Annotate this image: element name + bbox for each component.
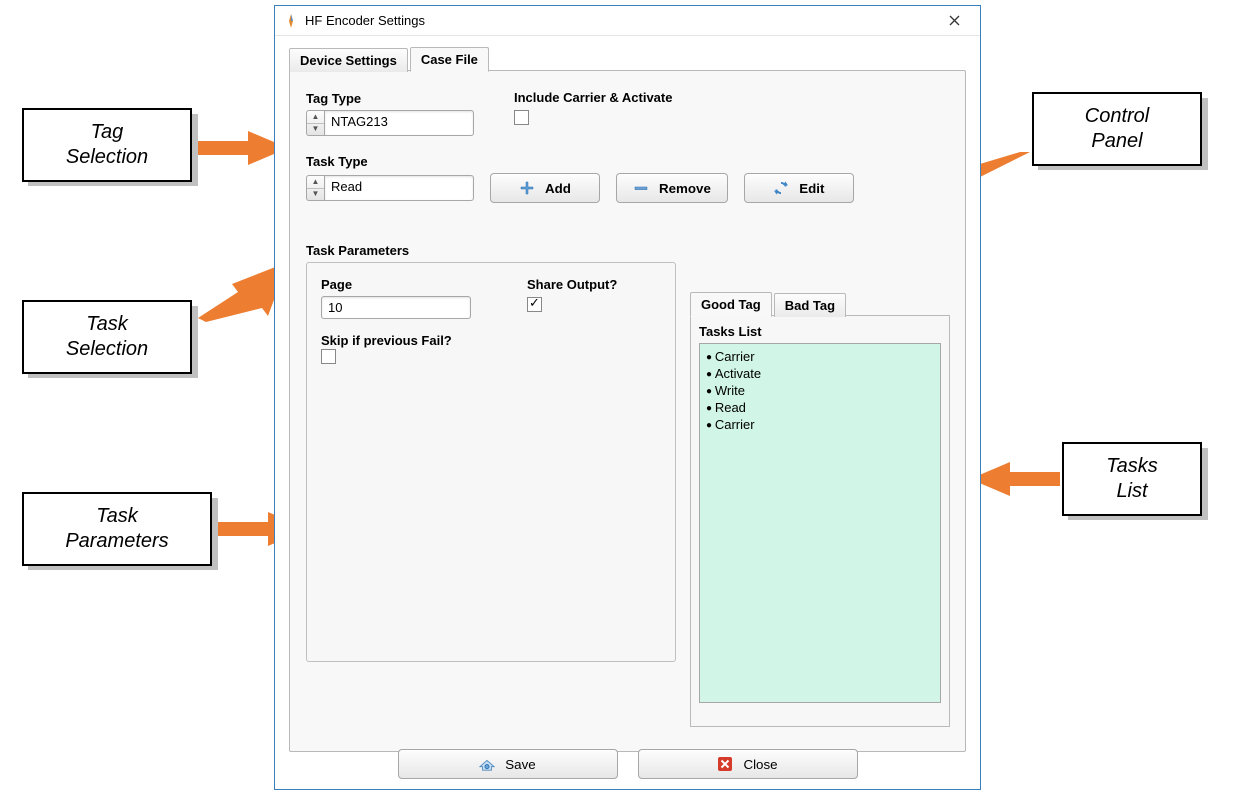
- callout-task-selection: Task Selection: [22, 300, 192, 374]
- callout-text: Tag Selection: [66, 121, 148, 168]
- tab-case-file[interactable]: Case File: [410, 47, 489, 72]
- callout-text: Task Selection: [66, 313, 148, 360]
- refresh-icon: [773, 180, 789, 196]
- callout-control-panel: Control Panel: [1032, 92, 1202, 166]
- tag-type-down[interactable]: ▼: [307, 124, 324, 136]
- tag-type-input[interactable]: NTAG213: [324, 110, 474, 136]
- tab-device-settings[interactable]: Device Settings: [289, 48, 408, 72]
- btn-label: Save: [505, 757, 535, 772]
- case-file-panel: Tag Type ▲ ▼ NTAG213 Include Carrier & A…: [289, 70, 966, 752]
- close-dialog-button[interactable]: Close: [638, 749, 858, 779]
- include-carrier-label: Include Carrier & Activate: [514, 90, 672, 105]
- btn-label: Close: [743, 757, 777, 772]
- callout-tasks-list: Tasks List: [1062, 442, 1202, 516]
- close-red-icon: [717, 756, 733, 772]
- tab-bad-tag[interactable]: Bad Tag: [774, 293, 846, 317]
- callout-text: Task Parameters: [65, 505, 168, 552]
- btn-label: Edit: [799, 181, 824, 196]
- page-input[interactable]: 10: [321, 296, 471, 319]
- tag-type-field: ▲ ▼ NTAG213: [306, 110, 474, 136]
- task-type-label: Task Type: [306, 154, 949, 169]
- include-carrier-checkbox[interactable]: [514, 110, 529, 125]
- skip-if-fail-label: Skip if previous Fail?: [321, 333, 661, 348]
- task-type-up[interactable]: ▲: [307, 176, 324, 189]
- window-title: HF Encoder Settings: [305, 13, 425, 28]
- btn-label: Add: [545, 181, 571, 196]
- callout-tag-selection: Tag Selection: [22, 108, 192, 182]
- save-button[interactable]: Save: [398, 749, 618, 779]
- tasks-panel: Tasks List CarrierActivateWriteReadCarri…: [690, 315, 950, 727]
- close-icon: [949, 15, 960, 26]
- task-parameters-title: Task Parameters: [306, 243, 949, 258]
- list-item[interactable]: Carrier: [706, 416, 934, 433]
- close-button[interactable]: [936, 10, 972, 32]
- remove-button[interactable]: Remove: [616, 173, 728, 203]
- save-icon: [479, 756, 495, 772]
- page-label: Page: [321, 277, 471, 292]
- task-type-input[interactable]: Read: [324, 175, 474, 201]
- good-bad-tabs: Good Tag Bad Tag Tasks List CarrierActiv…: [690, 291, 950, 731]
- task-parameters-box: Page 10 Share Output? Skip if previous F…: [306, 262, 676, 662]
- tag-type-up[interactable]: ▲: [307, 111, 324, 124]
- task-type-down[interactable]: ▼: [307, 189, 324, 201]
- arrow-icon: [970, 462, 1060, 496]
- add-button[interactable]: Add: [490, 173, 600, 203]
- edit-button[interactable]: Edit: [744, 173, 854, 203]
- title-bar: HF Encoder Settings: [275, 6, 980, 36]
- tasks-list-box[interactable]: CarrierActivateWriteReadCarrier: [699, 343, 941, 703]
- tasks-list-label: Tasks List: [699, 324, 941, 339]
- tab-label: Case File: [421, 52, 478, 67]
- task-type-field: ▲ ▼ Read: [306, 175, 474, 201]
- share-output-checkbox[interactable]: [527, 297, 542, 312]
- tab-label: Bad Tag: [785, 298, 835, 313]
- callout-text: Tasks List: [1106, 455, 1158, 502]
- dialog-window: HF Encoder Settings Device Settings Case…: [274, 5, 981, 790]
- list-item[interactable]: Carrier: [706, 348, 934, 365]
- list-item[interactable]: Write: [706, 382, 934, 399]
- tab-label: Device Settings: [300, 53, 397, 68]
- callout-text: Control Panel: [1085, 105, 1149, 152]
- btn-label: Remove: [659, 181, 711, 196]
- tab-good-tag[interactable]: Good Tag: [690, 292, 772, 317]
- app-icon: [283, 13, 299, 29]
- outer-tab-strip: Device Settings Case File: [289, 46, 966, 71]
- tab-label: Good Tag: [701, 297, 761, 312]
- minus-icon: [633, 180, 649, 196]
- list-item[interactable]: Activate: [706, 365, 934, 382]
- bottom-bar: Save Close: [275, 749, 980, 779]
- share-output-label: Share Output?: [527, 277, 617, 292]
- skip-if-fail-checkbox[interactable]: [321, 349, 336, 364]
- plus-icon: [519, 180, 535, 196]
- list-item[interactable]: Read: [706, 399, 934, 416]
- callout-task-parameters: Task Parameters: [22, 492, 212, 566]
